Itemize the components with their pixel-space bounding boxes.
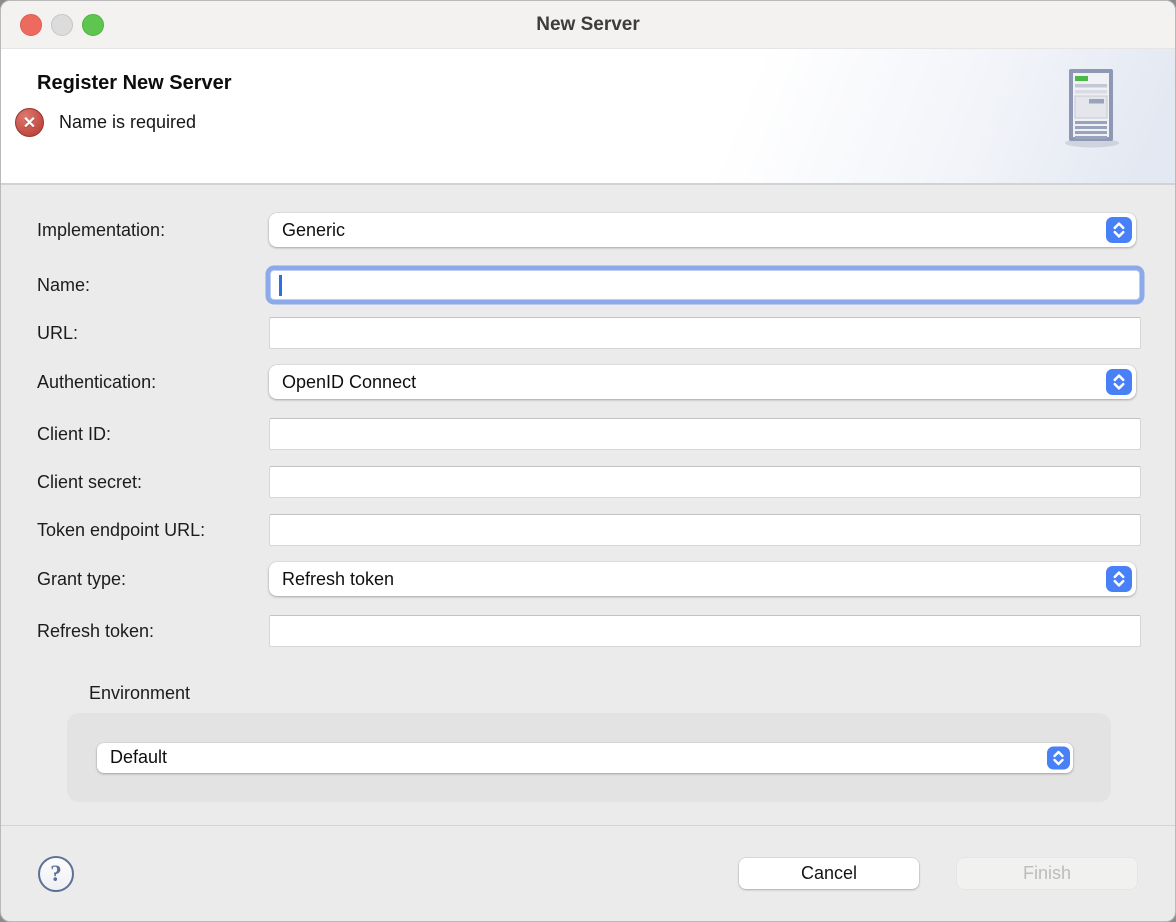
close-button[interactable] <box>20 14 42 36</box>
text-field-input[interactable] <box>269 418 1141 450</box>
text-field-input[interactable] <box>269 466 1141 498</box>
error-x-icon: ✕ <box>15 108 44 137</box>
new-server-dialog: New Server Register New Server ✕ Name is… <box>0 0 1176 922</box>
field-label: Token endpoint URL: <box>37 520 269 541</box>
minimize-button[interactable] <box>51 14 73 36</box>
form-row: Refresh token: <box>37 615 1141 647</box>
server-tower-icon <box>1059 67 1121 149</box>
form-row: Implementation: Generic <box>37 213 1141 247</box>
text-field-input[interactable] <box>271 271 1139 299</box>
validation-message-row: ✕ Name is required <box>1 108 1175 137</box>
popup-select[interactable]: Generic <box>269 213 1136 247</box>
environment-select[interactable]: Default <box>97 743 1073 773</box>
environment-select-value: Default <box>110 747 167 768</box>
chevron-up-down-icon <box>1106 369 1132 395</box>
form-rows: Implementation: Generic Name: URL: Authentic… <box>37 213 1141 647</box>
form-row: URL: <box>37 317 1141 349</box>
help-button[interactable]: ? <box>38 856 74 892</box>
field-label: Refresh token: <box>37 621 269 642</box>
chevron-up-down-icon <box>1047 746 1070 769</box>
popup-select-value: OpenID Connect <box>282 372 416 393</box>
finish-button[interactable]: Finish <box>957 858 1137 889</box>
form-row: Name: <box>37 266 1141 304</box>
field-label: Grant type: <box>37 569 269 590</box>
text-field-input[interactable] <box>269 615 1141 647</box>
environment-group-label: Environment <box>89 683 1141 704</box>
form-row: Token endpoint URL: <box>37 514 1141 546</box>
chevron-up-down-icon <box>1106 566 1132 592</box>
text-field-input[interactable] <box>269 317 1141 349</box>
popup-select-value: Generic <box>282 220 345 241</box>
form-row: Grant type: Refresh token <box>37 562 1141 596</box>
field-label: Name: <box>37 275 269 296</box>
popup-select-value: Refresh token <box>282 569 394 590</box>
form-row: Client ID: <box>37 418 1141 450</box>
field-label: Implementation: <box>37 220 269 241</box>
field-label: Authentication: <box>37 372 269 393</box>
traffic-lights <box>20 1 104 48</box>
form-area: Implementation: Generic Name: URL: Authentic… <box>1 185 1175 802</box>
window-title: New Server <box>536 14 640 36</box>
popup-select[interactable]: OpenID Connect <box>269 365 1136 399</box>
page-title: Register New Server <box>1 49 1175 95</box>
form-row: Authentication: OpenID Connect <box>37 365 1141 399</box>
text-cursor <box>279 275 282 296</box>
field-label: URL: <box>37 323 269 344</box>
wizard-banner: Register New Server ✕ Name is required <box>1 49 1175 185</box>
text-field-focused <box>270 270 1140 300</box>
title-bar: New Server <box>1 1 1175 49</box>
cancel-button[interactable]: Cancel <box>739 858 919 889</box>
form-row: Client secret: <box>37 466 1141 498</box>
chevron-up-down-icon <box>1106 217 1132 243</box>
text-field-input[interactable] <box>269 514 1141 546</box>
zoom-button[interactable] <box>82 14 104 36</box>
field-label: Client secret: <box>37 472 269 493</box>
popup-select[interactable]: Refresh token <box>269 562 1136 596</box>
error-message: Name is required <box>59 112 196 133</box>
field-label: Client ID: <box>37 424 269 445</box>
button-bar: ? Cancel Finish <box>1 825 1175 921</box>
environment-group: Default <box>67 713 1111 802</box>
